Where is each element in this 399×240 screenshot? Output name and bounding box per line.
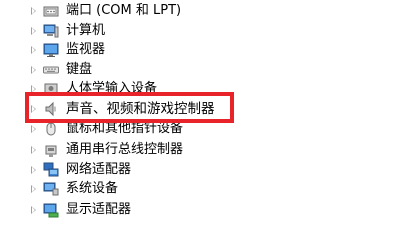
system-device-icon	[43, 181, 59, 197]
tree-item-label: 网络适配器	[66, 162, 132, 177]
monitor-icon	[43, 42, 59, 58]
expand-arrow-icon[interactable]	[31, 66, 36, 74]
expand-arrow-icon[interactable]	[31, 146, 36, 154]
tree-item-label: 监视器	[66, 42, 106, 57]
tree-item-network-adapters[interactable]: 网络适配器	[0, 160, 399, 180]
tree-item-label: 显示适配器	[66, 202, 132, 217]
tree-item-label: 键盘	[66, 62, 93, 77]
expand-arrow-icon[interactable]	[31, 27, 36, 35]
tree-item-label: 通用串行总线控制器	[66, 142, 184, 157]
expand-arrow-icon[interactable]	[31, 46, 36, 54]
expand-arrow-icon[interactable]	[31, 125, 36, 133]
expand-arrow-icon[interactable]	[31, 166, 36, 174]
tree-item-usb-controllers[interactable]: 通用串行总线控制器	[0, 140, 399, 160]
highlight-annotation-box	[25, 92, 234, 123]
expand-arrow-icon[interactable]	[31, 206, 36, 214]
tree-item-keyboards[interactable]: 键盘	[0, 60, 399, 80]
keyboard-icon	[43, 62, 59, 78]
tree-item-computer[interactable]: 计算机	[0, 21, 399, 41]
expand-arrow-icon[interactable]	[31, 7, 36, 15]
tree-item-system-devices[interactable]: 系统设备	[0, 179, 399, 199]
port-icon	[43, 3, 59, 19]
usb-icon	[43, 142, 59, 158]
tree-item-label: 系统设备	[66, 181, 119, 196]
computer-icon	[43, 23, 59, 39]
display-adapter-icon	[43, 202, 59, 218]
device-manager-tree: 端口 (COM 和 LPT) 计算机 监视器 键盘 人体学输入设备 声音、视频和…	[0, 0, 399, 240]
network-adapter-icon	[43, 162, 59, 178]
tree-item-display-adapters[interactable]: 显示适配器	[0, 200, 399, 220]
tree-item-label: 端口 (COM 和 LPT)	[66, 3, 182, 18]
tree-item-label: 计算机	[66, 23, 106, 38]
tree-item-ports[interactable]: 端口 (COM 和 LPT)	[0, 1, 399, 21]
tree-item-monitors[interactable]: 监视器	[0, 40, 399, 60]
expand-arrow-icon[interactable]	[31, 185, 36, 193]
mouse-icon	[43, 121, 59, 137]
